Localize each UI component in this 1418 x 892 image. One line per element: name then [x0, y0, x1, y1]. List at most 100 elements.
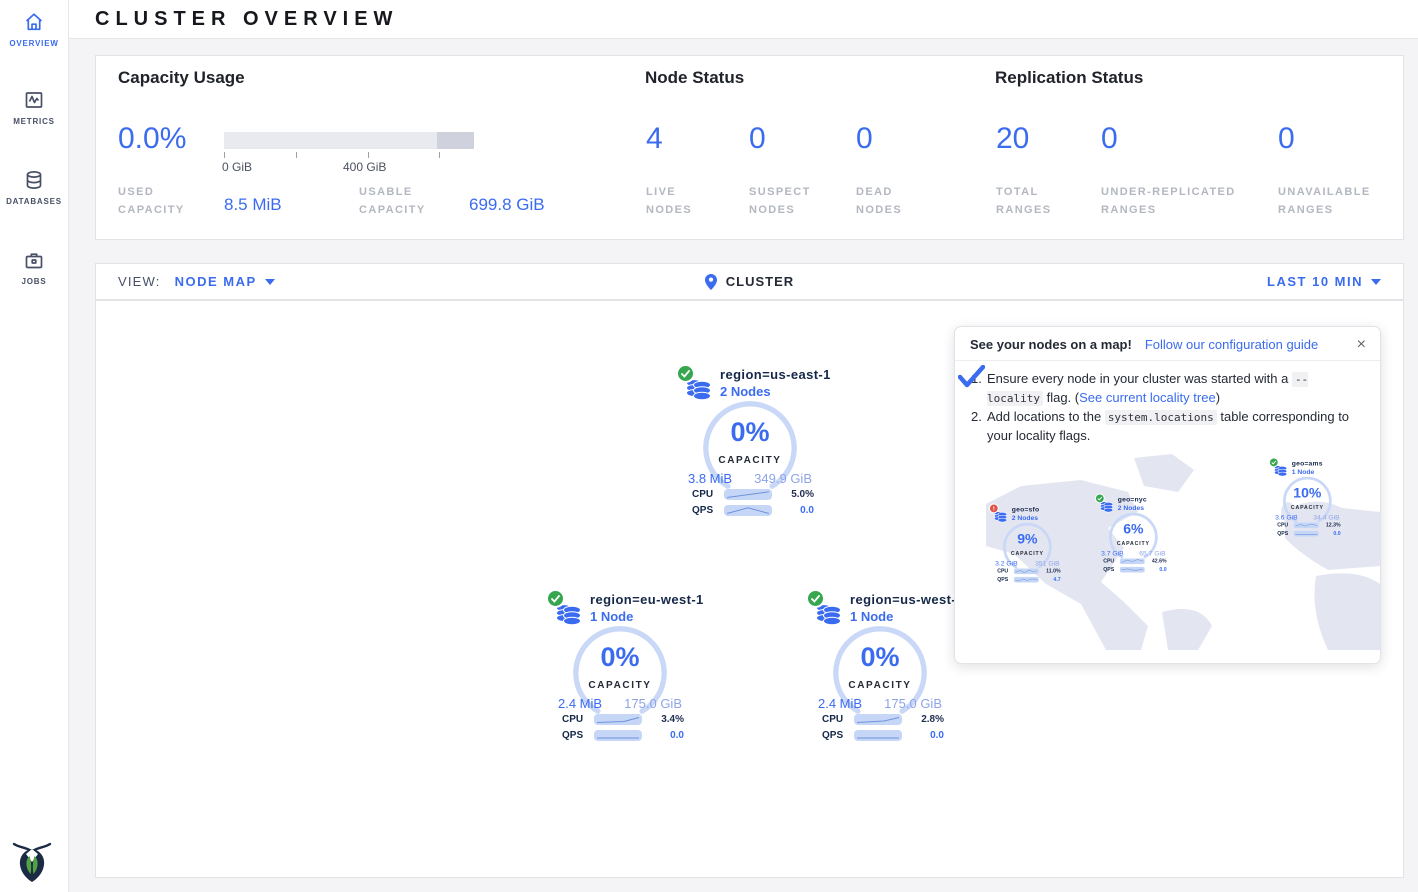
- live-nodes-value: 4: [646, 122, 663, 156]
- jobs-icon: [22, 248, 46, 272]
- capacity-bar-segment: [437, 132, 474, 149]
- node-capacity-percent: 0%: [552, 642, 688, 673]
- capacity-usage-title: Capacity Usage: [118, 68, 245, 88]
- node-count-label: 1 Node: [1292, 468, 1323, 476]
- node-total-capacity: 175.0 GiB: [884, 696, 942, 711]
- chevron-down-icon: [1371, 279, 1381, 285]
- tooltip-header: See your nodes on a map! Follow our conf…: [955, 327, 1380, 361]
- capacity-bar: [224, 132, 474, 149]
- node-used-capacity: 2.4 MiB: [818, 696, 862, 711]
- breadcrumb-cluster[interactable]: CLUSTER: [726, 274, 794, 289]
- map-pin-icon: [705, 274, 717, 290]
- healthy-status-icon: [1096, 495, 1104, 503]
- node-capacity-percent: 10%: [1272, 485, 1343, 501]
- node-used-capacity: 3.8 MiB: [688, 471, 732, 486]
- node-map-panel: region=us-east-1 2 Nodes 0% CAPACITY 3.8…: [95, 300, 1404, 878]
- tooltip-step-1: 1. Ensure every node in your cluster was…: [971, 370, 1364, 407]
- page-title: CLUSTER OVERVIEW: [95, 8, 398, 31]
- usable-capacity-label: USABLECAPACITY: [359, 183, 426, 219]
- time-range-selector[interactable]: LAST 10 MIN: [1267, 274, 1381, 289]
- capacity-tick-label: 400 GiB: [343, 160, 386, 174]
- node-card-eu-west-1[interactable]: region=eu-west-1 1 Node 0% CAPACITY 2.4 …: [552, 590, 688, 750]
- node-count-link[interactable]: 2 Nodes: [720, 384, 831, 399]
- databases-icon: [22, 168, 46, 192]
- under-replicated-value: 0: [1101, 122, 1118, 156]
- home-icon: [22, 10, 46, 34]
- node-count-link[interactable]: 1 Node: [850, 609, 964, 624]
- preview-node-geo-ams: geo=ams 1 Node 10% CAPACITY 3.6 GiB 34.4…: [1272, 458, 1343, 541]
- capacity-percent: 0.0%: [118, 122, 186, 156]
- unavailable-label: UNAVAILABLE RANGES: [1278, 183, 1398, 219]
- used-capacity-value: 8.5 MiB: [224, 195, 282, 215]
- replication-status-title: Replication Status: [995, 68, 1143, 88]
- qps-sparkline: [594, 730, 642, 741]
- cpu-label: CPU: [692, 489, 720, 500]
- summary-panel: Capacity Usage 0.0% 0 GiB 400 GiB USEDCA…: [95, 55, 1404, 240]
- node-status-title: Node Status: [645, 68, 744, 88]
- qps-value: 0.0: [800, 505, 814, 516]
- healthy-status-icon: [548, 591, 563, 606]
- configuration-guide-link[interactable]: Follow our configuration guide: [1145, 337, 1318, 352]
- view-selector[interactable]: NODE MAP: [175, 274, 275, 289]
- node-region-label: region=us-east-1: [720, 367, 831, 382]
- view-bar: VIEW: NODE MAP CLUSTER LAST 10 MIN: [95, 263, 1404, 300]
- capacity-tick-label: 0 GiB: [222, 160, 252, 174]
- healthy-status-icon: [808, 591, 823, 606]
- warning-status-icon: [990, 505, 998, 513]
- node-region-label: region=eu-west-1: [590, 592, 704, 607]
- node-capacity-label: CAPACITY: [1098, 541, 1169, 547]
- cpu-sparkline: [594, 714, 642, 725]
- system-locations-code: system.locations: [1105, 410, 1217, 425]
- healthy-status-icon: [678, 366, 693, 381]
- tooltip-title: See your nodes on a map!: [970, 337, 1132, 352]
- node-count-link[interactable]: 1 Node: [590, 609, 704, 624]
- cpu-value: 2.8%: [921, 714, 944, 725]
- check-icon: [958, 365, 985, 393]
- node-capacity-label: CAPACITY: [992, 551, 1063, 557]
- topbar: CLUSTER OVERVIEW: [68, 0, 1418, 39]
- suspect-nodes-value: 0: [749, 122, 766, 156]
- healthy-status-icon: [1270, 459, 1278, 467]
- node-capacity-label: CAPACITY: [1272, 505, 1343, 511]
- cpu-label: CPU: [562, 714, 590, 725]
- total-ranges-label: TOTAL RANGES: [996, 183, 1066, 219]
- cpu-label: CPU: [822, 714, 850, 725]
- used-capacity-label: USEDCAPACITY: [118, 183, 185, 219]
- metrics-icon: [22, 88, 46, 112]
- qps-label: QPS: [692, 505, 720, 516]
- dead-nodes-value: 0: [856, 122, 873, 156]
- node-count-label: 2 Nodes: [1012, 514, 1040, 522]
- node-capacity-percent: 0%: [812, 642, 948, 673]
- map-preview-image: geo=sfo 2 Nodes 9% CAPACITY 3.2 GiB 351 …: [986, 454, 1380, 650]
- node-total-capacity: 175.0 GiB: [624, 696, 682, 711]
- under-replicated-label: UNDER-REPLICATED RANGES: [1101, 183, 1261, 219]
- cpu-value: 5.0%: [791, 489, 814, 500]
- sidebar-item-metrics[interactable]: METRICS: [0, 88, 68, 126]
- cpu-sparkline: [724, 489, 772, 500]
- node-card-us-west-1[interactable]: region=us-west-1 1 Node 0% CAPACITY 2.4 …: [812, 590, 948, 750]
- close-icon[interactable]: ×: [1357, 338, 1366, 352]
- capacity-tick: [296, 152, 297, 158]
- preview-node-geo-nyc: geo=nyc 2 Nodes 6% CAPACITY 3.7 GiB 65.7…: [1098, 494, 1169, 577]
- node-card-us-east-1[interactable]: region=us-east-1 2 Nodes 0% CAPACITY 3.8…: [682, 365, 818, 525]
- node-capacity-percent: 0%: [682, 417, 818, 448]
- view-label: VIEW:: [118, 274, 161, 289]
- tooltip-step-2: 2. Add locations to the system.locations…: [971, 408, 1364, 444]
- node-map-setup-tooltip: See your nodes on a map! Follow our conf…: [954, 326, 1381, 664]
- dead-nodes-label: DEAD NODES: [856, 183, 926, 219]
- capacity-tick: [224, 152, 225, 158]
- database-stack-icon: [684, 373, 714, 403]
- unavailable-value: 0: [1278, 122, 1295, 156]
- capacity-tick: [368, 152, 369, 158]
- database-stack-icon: [814, 598, 844, 628]
- locality-tree-link[interactable]: See current locality tree: [1079, 390, 1216, 405]
- sidebar-item-databases[interactable]: DATABASES: [0, 168, 68, 206]
- node-count-label: 2 Nodes: [1118, 504, 1147, 512]
- qps-sparkline: [854, 730, 902, 741]
- sidebar-item-jobs[interactable]: JOBS: [0, 248, 68, 286]
- sidebar-item-overview[interactable]: OVERVIEW: [0, 10, 68, 48]
- suspect-nodes-label: SUSPECT NODES: [749, 183, 824, 219]
- sidebar-item-label: METRICS: [13, 117, 55, 126]
- node-capacity-percent: 9%: [992, 531, 1063, 547]
- preview-node-geo-sfo: geo=sfo 2 Nodes 9% CAPACITY 3.2 GiB 351 …: [992, 504, 1063, 587]
